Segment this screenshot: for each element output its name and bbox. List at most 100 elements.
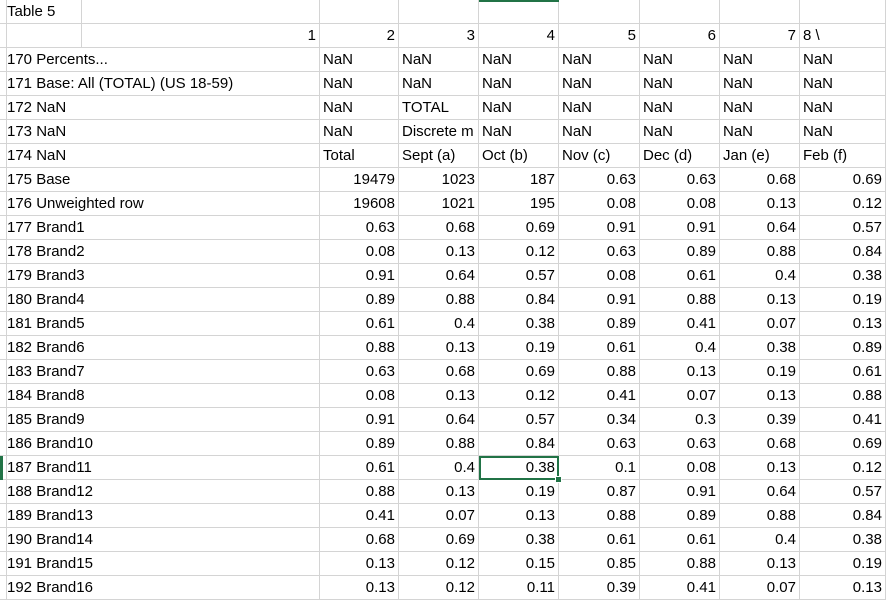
empty-cell[interactable] xyxy=(82,48,320,72)
table-cell[interactable]: NaN xyxy=(720,72,800,96)
empty-cell[interactable] xyxy=(82,0,320,24)
table-cell[interactable]: 0.13 xyxy=(800,312,886,336)
table-cell[interactable]: NaN xyxy=(559,120,640,144)
table-cell[interactable]: 0.12 xyxy=(479,384,559,408)
row-label-cell[interactable]: 190 Brand14 xyxy=(4,528,93,552)
empty-cell[interactable] xyxy=(82,552,320,576)
row-label-cell[interactable]: 177 Brand1 xyxy=(4,216,85,240)
table-cell[interactable]: 0.91 xyxy=(640,216,720,240)
table-cell[interactable]: 0.91 xyxy=(559,216,640,240)
table-cell[interactable]: 195 xyxy=(479,192,559,216)
table-cell[interactable]: 0.88 xyxy=(399,432,479,456)
table-cell[interactable]: 0.08 xyxy=(640,456,720,480)
table-cell[interactable]: NaN xyxy=(479,48,559,72)
row-label-cell[interactable]: 186 Brand10 xyxy=(4,432,93,456)
table-cell[interactable]: 0.57 xyxy=(800,480,886,504)
table-cell[interactable]: 0.41 xyxy=(320,504,399,528)
table-cell[interactable]: NaN xyxy=(720,96,800,120)
table-cell[interactable]: 0.08 xyxy=(320,384,399,408)
row-label-cell[interactable]: 176 Unweighted row xyxy=(4,192,144,216)
table-cell[interactable]: 0.84 xyxy=(800,240,886,264)
table-cell[interactable]: 0.63 xyxy=(640,432,720,456)
row-label-cell[interactable]: 174 NaN xyxy=(4,144,82,168)
table-cell[interactable]: 0.88 xyxy=(800,384,886,408)
table-cell[interactable]: 0.13 xyxy=(720,552,800,576)
table-cell[interactable]: 0.63 xyxy=(559,240,640,264)
table-cell[interactable]: NaN xyxy=(479,120,559,144)
empty-cell[interactable] xyxy=(82,384,320,408)
empty-cell[interactable] xyxy=(82,456,320,480)
table-cell[interactable]: 0.88 xyxy=(559,360,640,384)
table-cell[interactable]: 0.41 xyxy=(559,384,640,408)
table-cell[interactable]: 0.85 xyxy=(559,552,640,576)
table-cell[interactable]: NaN xyxy=(640,96,720,120)
fill-handle[interactable] xyxy=(555,476,562,483)
table-cell[interactable]: 0.13 xyxy=(720,288,800,312)
table-cell[interactable]: 0.68 xyxy=(320,528,399,552)
table-cell[interactable]: 0.64 xyxy=(399,264,479,288)
table-cell[interactable]: 0.63 xyxy=(559,168,640,192)
row-label-cell[interactable]: 188 Brand12 xyxy=(4,480,93,504)
table-cell[interactable]: NaN xyxy=(800,72,886,96)
table-cell[interactable]: Oct (b) xyxy=(479,144,559,168)
table-cell[interactable]: 0.4 xyxy=(399,312,479,336)
table-cell[interactable]: 0.88 xyxy=(720,504,800,528)
table-cell[interactable]: 0.08 xyxy=(640,192,720,216)
table-cell[interactable]: NaN xyxy=(399,48,479,72)
row-label-cell[interactable]: 185 Brand9 xyxy=(4,408,85,432)
table-cell[interactable]: 0.4 xyxy=(399,456,479,480)
table-cell[interactable]: NaN xyxy=(320,48,399,72)
table-cell[interactable]: 0.89 xyxy=(320,288,399,312)
table-cell[interactable]: 0.69 xyxy=(399,528,479,552)
row-label-cell[interactable]: 181 Brand5 xyxy=(4,312,85,336)
table-cell[interactable]: Discrete m xyxy=(399,120,479,144)
table-cell[interactable]: 0.61 xyxy=(640,528,720,552)
row-label-cell[interactable]: 182 Brand6 xyxy=(4,336,85,360)
col-header-5[interactable]: 5 xyxy=(559,24,640,48)
table-cell[interactable]: NaN xyxy=(800,120,886,144)
table-cell[interactable]: 0.68 xyxy=(399,216,479,240)
table-cell[interactable]: 0.38 xyxy=(800,264,886,288)
empty-cell[interactable] xyxy=(640,0,720,24)
empty-cell[interactable] xyxy=(720,0,800,24)
table-cell[interactable]: 0.41 xyxy=(640,312,720,336)
row-label-cell[interactable]: 189 Brand13 xyxy=(4,504,93,528)
empty-cell[interactable] xyxy=(82,144,320,168)
table-cell[interactable]: 0.64 xyxy=(720,480,800,504)
row-label-cell[interactable]: 180 Brand4 xyxy=(4,288,85,312)
table-cell[interactable]: 0.11 xyxy=(479,576,559,600)
table-cell[interactable]: 0.57 xyxy=(479,408,559,432)
table-cell[interactable]: Nov (c) xyxy=(559,144,640,168)
table-cell[interactable]: Sept (a) xyxy=(399,144,479,168)
empty-cell[interactable] xyxy=(82,96,320,120)
table-cell[interactable]: 1023 xyxy=(399,168,479,192)
table-cell[interactable]: 0.69 xyxy=(800,432,886,456)
table-cell[interactable]: NaN xyxy=(559,72,640,96)
table-cell[interactable]: 0.13 xyxy=(399,240,479,264)
table-cell[interactable]: 0.13 xyxy=(800,576,886,600)
row-label-cell[interactable]: 191 Brand15 xyxy=(4,552,93,576)
row-label-cell[interactable]: 179 Brand3 xyxy=(4,264,85,288)
table-cell[interactable]: 0.61 xyxy=(640,264,720,288)
table-cell[interactable]: 0.89 xyxy=(320,432,399,456)
table-cell[interactable]: 0.13 xyxy=(399,384,479,408)
empty-cell[interactable] xyxy=(82,288,320,312)
table-cell[interactable]: 0.38 xyxy=(479,312,559,336)
table-cell[interactable]: 0.57 xyxy=(479,264,559,288)
col-header-6[interactable]: 6 xyxy=(640,24,720,48)
table-cell[interactable]: 0.63 xyxy=(320,216,399,240)
table-cell[interactable]: 0.07 xyxy=(720,576,800,600)
table-title-cell[interactable]: Table 5 xyxy=(4,0,82,24)
col-header-2[interactable]: 2 xyxy=(320,24,399,48)
table-cell[interactable]: 0.63 xyxy=(640,168,720,192)
table-cell[interactable]: NaN xyxy=(800,48,886,72)
table-cell[interactable]: TOTAL xyxy=(399,96,479,120)
col-header-3[interactable]: 3 xyxy=(399,24,479,48)
row-label-cell[interactable]: 170 Percents... xyxy=(4,48,108,72)
table-cell[interactable]: 0.41 xyxy=(640,576,720,600)
table-cell[interactable]: 0.61 xyxy=(320,312,399,336)
empty-cell[interactable] xyxy=(479,0,559,24)
table-cell[interactable]: 0.91 xyxy=(320,264,399,288)
table-cell[interactable]: 0.61 xyxy=(320,456,399,480)
table-cell[interactable]: 0.19 xyxy=(479,480,559,504)
